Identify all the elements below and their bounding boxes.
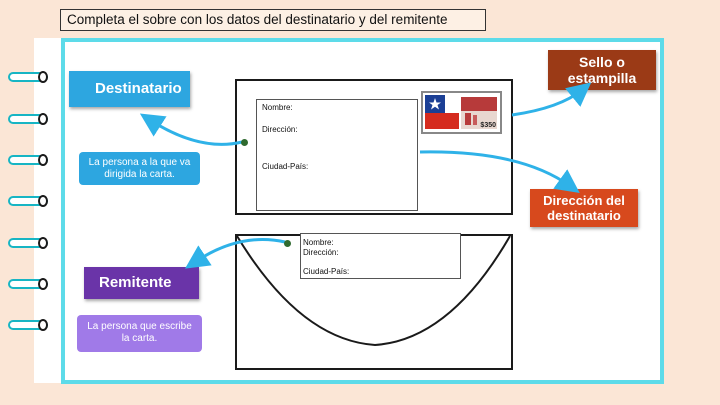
envelope-flap [236, 235, 511, 347]
pointer-dot-icon [284, 240, 291, 247]
arrow-direccion [419, 150, 580, 194]
arrow-destinatario [139, 113, 243, 146]
arrows-layer [139, 82, 592, 347]
arrow-remitente [185, 238, 286, 269]
pointer-dot-icon [241, 139, 248, 146]
arrow-sello [511, 82, 592, 117]
